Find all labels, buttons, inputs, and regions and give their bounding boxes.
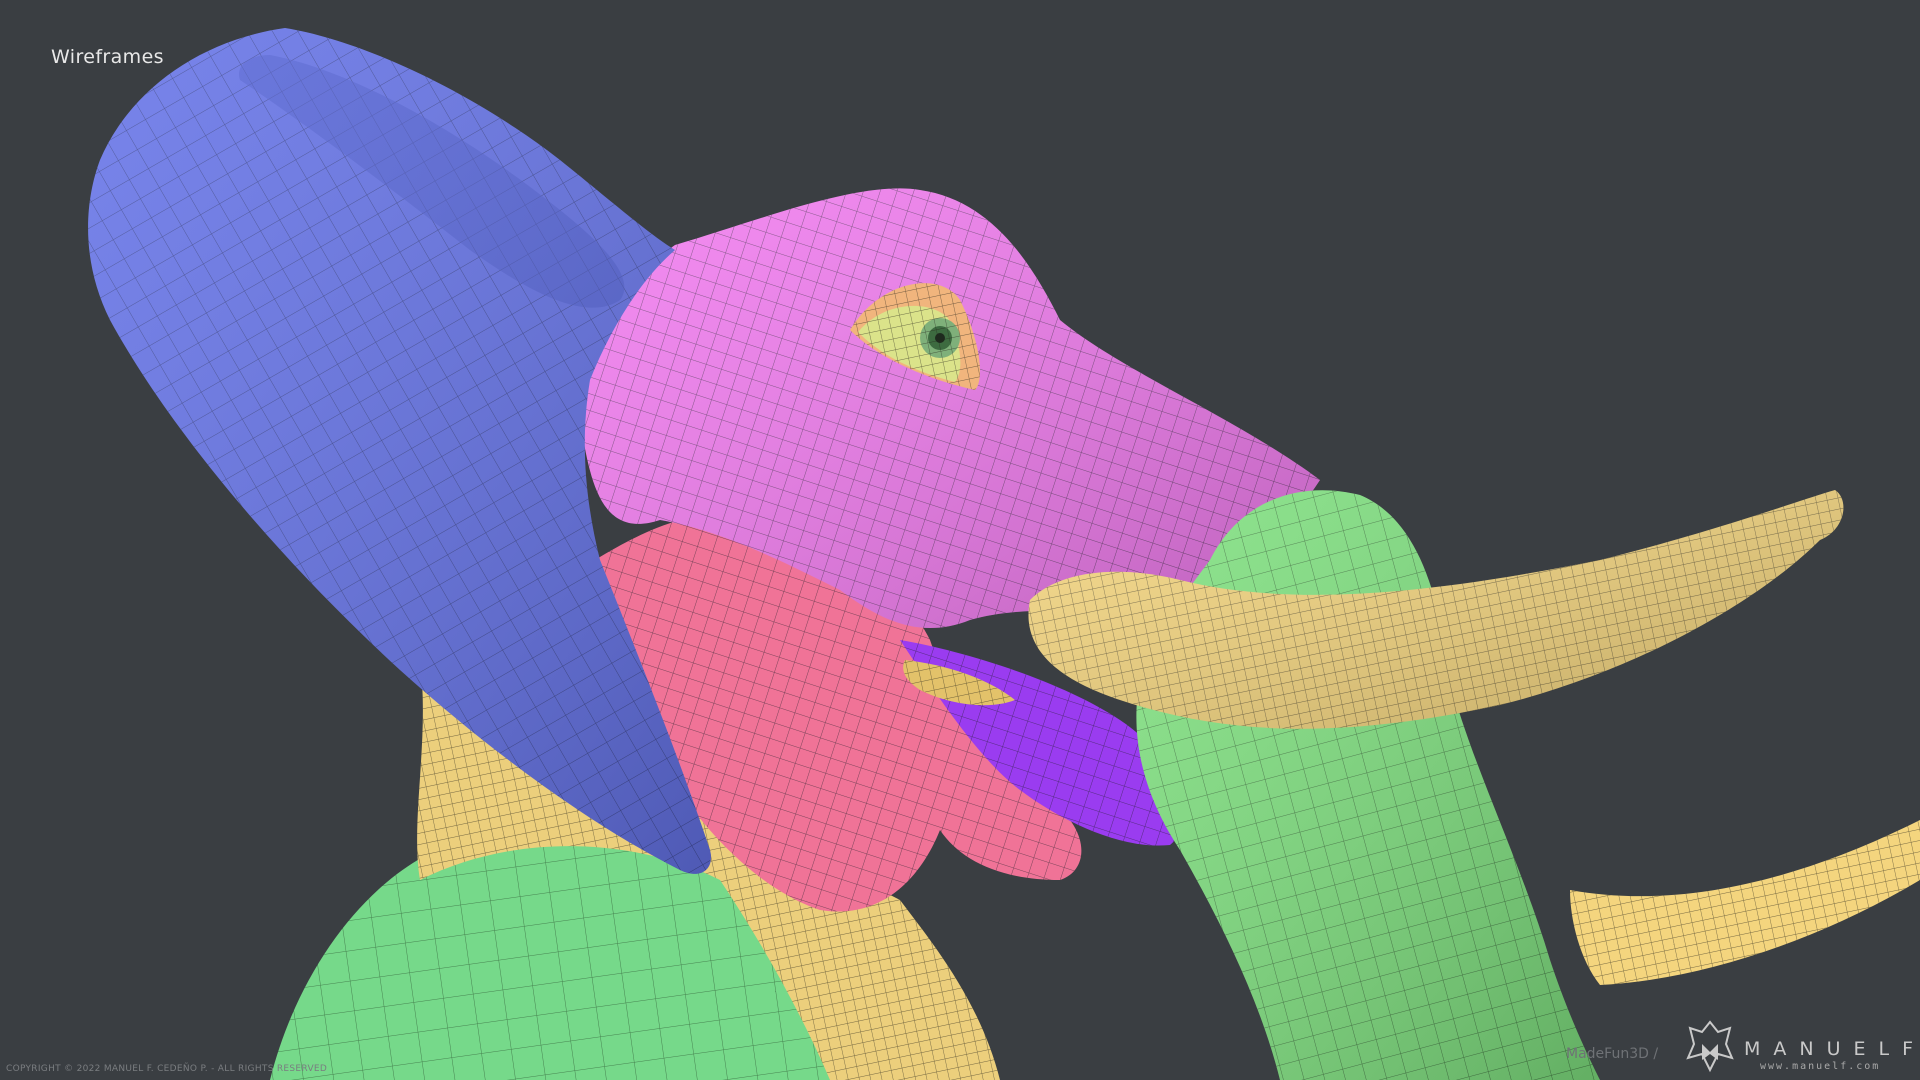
made-with-text: MadeFun3D / xyxy=(1566,1046,1659,1062)
elephant-wireframe-render xyxy=(88,28,1920,1080)
brand-name: MANUELF xyxy=(1744,1038,1920,1060)
copyright-text: COPYRIGHT © 2022 MANUEL F. CEDEÑO P. - A… xyxy=(6,1064,328,1074)
brand-url: www.manuelf.com xyxy=(1760,1061,1881,1072)
manuelf-logo-icon xyxy=(1686,1020,1734,1073)
page-title: Wireframes xyxy=(51,46,164,68)
tusk-back-mesh xyxy=(1570,820,1920,985)
watermark: MadeFun3D / MANUELF www.manuelf.com xyxy=(1566,1018,1916,1078)
